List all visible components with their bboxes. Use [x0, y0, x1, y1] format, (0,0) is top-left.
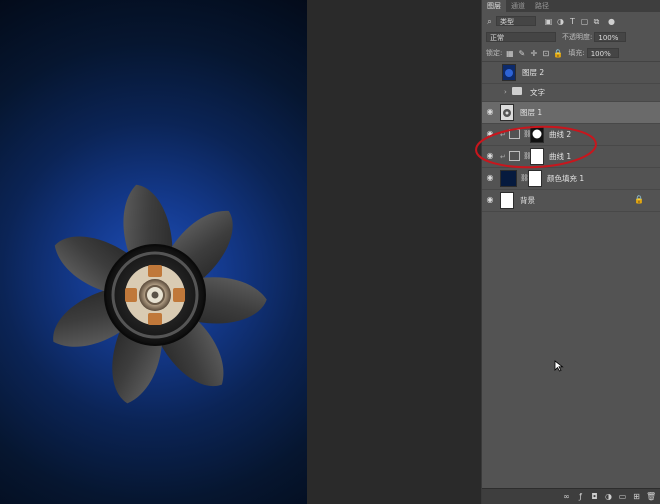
lock-transparent-icon[interactable]: ▦: [505, 49, 514, 58]
new-group-icon[interactable]: ▭: [618, 492, 627, 501]
layer-group-row[interactable]: › 文字: [482, 84, 660, 102]
adjustment-filter-icon[interactable]: ◑: [556, 17, 565, 26]
layers-panel: 图层 通道 路径 ⌕ 类型 ▣ ◑ T ▢ ⧉ ● 正常 不透明度: 100% …: [475, 0, 660, 504]
eye-icon[interactable]: ◉: [486, 196, 494, 204]
new-layer-icon[interactable]: ⊞: [632, 492, 641, 501]
document-canvas[interactable]: [0, 0, 307, 504]
layer-row[interactable]: 图层 2: [482, 62, 660, 84]
filter-toggle-icon[interactable]: ●: [607, 17, 616, 26]
lock-artboard-icon[interactable]: ⊡: [541, 49, 550, 58]
opacity-field[interactable]: 100%: [594, 32, 627, 42]
pixel-filter-icon[interactable]: ▣: [544, 17, 553, 26]
layer-row-selected[interactable]: ◉ 图层 1: [482, 102, 660, 124]
eye-icon[interactable]: ◉: [486, 108, 494, 116]
panel-footer: ∞ ƒ ◘ ◑ ▭ ⊞ 🗑: [482, 488, 660, 504]
eye-icon[interactable]: ◉: [486, 174, 494, 182]
filter-row: ⌕ 类型 ▣ ◑ T ▢ ⧉ ●: [482, 14, 660, 28]
layer-name[interactable]: 图层 1: [520, 107, 542, 118]
type-filter-icon[interactable]: T: [568, 17, 577, 26]
visibility-toggle[interactable]: [486, 68, 494, 76]
layer-name[interactable]: 文字: [530, 87, 545, 98]
fx-icon[interactable]: ƒ: [576, 492, 585, 501]
shape-filter-icon[interactable]: ▢: [580, 17, 589, 26]
layer-thumbnail: [502, 64, 516, 81]
lock-position-icon[interactable]: ✛: [529, 49, 538, 58]
panel-tabs: 图层 通道 路径: [482, 0, 660, 12]
fill-thumbnail: [500, 170, 517, 187]
link-layers-icon[interactable]: ∞: [562, 492, 571, 501]
blend-row: 正常 不透明度: 100%: [482, 30, 660, 44]
layer-name[interactable]: 背景: [520, 195, 535, 206]
annotation-ellipse: [475, 125, 597, 169]
visibility-toggle[interactable]: [486, 90, 494, 98]
layer-row[interactable]: ◉ 背景 🔒: [482, 190, 660, 212]
adjustment-layer-icon[interactable]: ◑: [604, 492, 613, 501]
lock-all-icon[interactable]: 🔒: [553, 49, 563, 58]
lock-image-icon[interactable]: ✎: [517, 49, 526, 58]
blend-mode-select[interactable]: 正常: [486, 32, 556, 42]
mouse-cursor-icon: [554, 360, 564, 372]
layer-mask-thumbnail[interactable]: [528, 170, 542, 187]
filter-kind-select[interactable]: 类型: [496, 16, 536, 26]
search-icon: ⌕: [487, 16, 492, 26]
folder-icon: [512, 87, 522, 95]
fan-image: [53, 184, 267, 404]
tab-paths[interactable]: 路径: [530, 0, 554, 12]
opacity-label: 不透明度:: [562, 33, 593, 41]
lock-label: 锁定:: [486, 49, 503, 57]
tab-layers[interactable]: 图层: [482, 0, 506, 12]
layer-thumbnail: [500, 192, 514, 209]
pasteboard: [307, 0, 481, 504]
tab-channels[interactable]: 通道: [506, 0, 530, 12]
trash-icon[interactable]: 🗑: [646, 492, 656, 501]
lock-row: 锁定: ▦ ✎ ✛ ⊡ 🔒 填充: 100%: [482, 46, 660, 60]
add-mask-icon[interactable]: ◘: [590, 492, 599, 501]
smart-object-filter-icon[interactable]: ⧉: [592, 17, 601, 26]
fill-field[interactable]: 100%: [586, 48, 619, 58]
lock-icon: 🔒: [634, 195, 644, 204]
expand-chevron-icon[interactable]: ›: [504, 88, 507, 96]
fill-label: 填充:: [568, 49, 585, 57]
layer-thumbnail: [500, 104, 514, 121]
layer-name[interactable]: 颜色填充 1: [547, 173, 584, 184]
layer-name[interactable]: 图层 2: [522, 67, 544, 78]
